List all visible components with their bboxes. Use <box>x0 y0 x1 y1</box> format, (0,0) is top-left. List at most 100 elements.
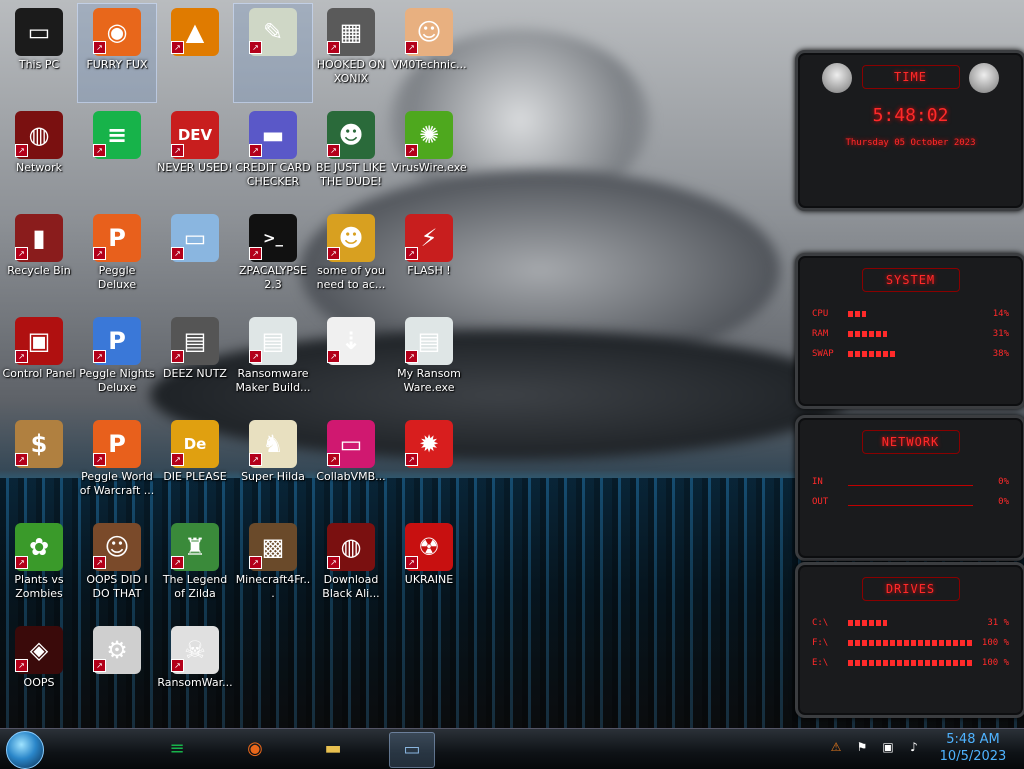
desktop-icon[interactable]: ▩ ↗ Minecraft4Fr... <box>234 519 312 617</box>
shortcut-arrow-icon: ↗ <box>327 453 340 466</box>
desktop-icon-label: Network <box>16 161 62 174</box>
shortcut-arrow-icon: ↗ <box>405 247 418 260</box>
desktop-icon[interactable]: ▮ ↗ Recycle Bin <box>0 210 78 308</box>
shortcut-arrow-icon: ↗ <box>93 453 106 466</box>
widget-row-fill <box>848 620 887 626</box>
shortcut-arrow-icon: ↗ <box>93 41 106 54</box>
taskbar-app-file-explorer[interactable]: ▬ <box>311 732 355 766</box>
desktop-icon[interactable]: ☻ ↗ BE JUST LIKE THE DUDE! <box>312 107 390 205</box>
widget-row-label: CPU <box>812 309 829 319</box>
desktop-icon-label: Peggle Nights Deluxe <box>79 367 155 394</box>
desktop-icon-label: DIE PLEASE <box>163 470 227 483</box>
desktop-icon[interactable]: ♞ ↗ Super Hilda <box>234 416 312 514</box>
desktop-icon[interactable]: ▦ ↗ HOOKED ON XONIX <box>312 4 390 102</box>
desktop-icon[interactable]: >_ ↗ ZPACALYPSE 2.3 <box>234 210 312 308</box>
desktop-icon[interactable]: ◈ ↗ OOPS <box>0 622 78 720</box>
desktop-icon[interactable]: ⚙ ↗ <box>78 622 156 720</box>
desktop-icon-label: Peggle World of Warcraft ... <box>79 470 155 497</box>
desktop-icon-label: DEEZ NUTZ <box>163 367 227 380</box>
desktop-icon[interactable]: $ ↗ <box>0 416 78 514</box>
taskbar-app-spotify[interactable]: ≡ <box>155 732 199 766</box>
action-center-icon[interactable]: ⚑ <box>854 739 870 755</box>
widget-row-label: RAM <box>812 329 829 339</box>
desktop-icon[interactable]: ▭ This PC <box>0 4 78 102</box>
this-pc-icon-glyph: ▭ <box>27 18 51 46</box>
taskbar-app-control-panel[interactable]: ▭ <box>389 732 435 768</box>
firefox-icon: ◉ <box>247 738 263 759</box>
shortcut-arrow-icon: ↗ <box>93 247 106 260</box>
desktop-icon[interactable]: ♜ ↗ The Legend of Zilda <box>156 519 234 617</box>
drives-widget-title: DRIVES <box>861 577 960 601</box>
spotify-icon: ≡ <box>169 738 185 759</box>
taskbar-clock[interactable]: 5:48 AM 10/5/2023 <box>928 731 1018 765</box>
time-widget-title: TIME <box>861 65 960 89</box>
desktop-icon[interactable]: ✹ ↗ <box>390 416 468 514</box>
desktop-icon[interactable]: ▤ ↗ My Ransom Ware.exe <box>390 313 468 411</box>
desktop-icon[interactable]: DEV ↗ NEVER USED! <box>156 107 234 205</box>
dev-cpp-icon: DEV ↗ <box>171 111 219 159</box>
desktop-icon[interactable]: ✺ ↗ VirusWire.exe <box>390 107 468 205</box>
desktop-icon[interactable]: ▤ ↗ Ransomware Maker Build... <box>234 313 312 411</box>
zelda-icon: ♜ ↗ <box>171 523 219 571</box>
pixel-dog-icon: ♞ ↗ <box>249 420 297 468</box>
desktop-icon[interactable]: ☺ ↗ VM0Technic... <box>390 4 468 102</box>
widget-row-meter <box>848 618 973 628</box>
shortcut-arrow-icon: ↗ <box>171 350 184 363</box>
desktop-icon[interactable]: ✿ ↗ Plants vs Zombies <box>0 519 78 617</box>
desktop-icon-label: BE JUST LIKE THE DUDE! <box>315 161 387 188</box>
volume-icon[interactable]: ♪ <box>906 739 922 755</box>
terminal-icon: >_ ↗ <box>249 214 297 262</box>
desktop-icon[interactable]: ⇣ ↗ <box>312 313 390 411</box>
drives-widget: DRIVES C:\ 31 % F:\ 100 % E:\ 100 % <box>795 562 1024 718</box>
update-icon[interactable]: ⚠ <box>828 739 844 755</box>
desktop-icon[interactable]: ▭ ↗ <box>156 210 234 308</box>
widget-row-value: 38% <box>992 349 1009 359</box>
shortcut-arrow-icon: ↗ <box>93 556 106 569</box>
elf-icon: ☻ ↗ <box>327 111 375 159</box>
desktop-icon-label: This PC <box>18 58 60 71</box>
shortcut-arrow-icon: ↗ <box>327 350 340 363</box>
shortcut-arrow-icon: ↗ <box>249 247 262 260</box>
widget-clock: 5:48:02 <box>872 105 949 126</box>
desktop-icon[interactable]: ☠ ↗ RansomWar... <box>156 622 234 720</box>
network-tray-icon[interactable]: ▣ <box>880 739 896 755</box>
desktop-icon[interactable]: ▣ ↗ Control Panel <box>0 313 78 411</box>
desktop-icon[interactable]: ◉ ↗ FURRY FUX <box>77 3 157 103</box>
desktop-icon-label: Download Black Ali... <box>322 573 380 600</box>
desktop-icon[interactable]: ☺ ↗ OOPS DID I DO THAT <box>78 519 156 617</box>
desktop-icon[interactable]: P ↗ Peggle Deluxe <box>78 210 156 308</box>
desktop-icon[interactable]: ◍ ↗ Download Black Ali... <box>312 519 390 617</box>
taskbar-app-firefox[interactable]: ◉ <box>233 732 277 766</box>
desktop-icon[interactable]: ◍ ↗ Network <box>0 107 78 205</box>
peggle-nights-icon: P ↗ <box>93 317 141 365</box>
network-graph-line <box>848 485 973 486</box>
desktop-icon[interactable]: ✎ ↗ <box>233 3 313 103</box>
system-widget: SYSTEM CPU 14% RAM 31% SWAP 38% <box>795 253 1024 409</box>
desktop-icon-label: Control Panel <box>2 367 76 380</box>
shortcut-arrow-icon: ↗ <box>15 453 28 466</box>
desktop-icon[interactable]: ▬ ↗ CREDIT CARD CHECKER <box>234 107 312 205</box>
doctor-icon: ☺ ↗ <box>405 8 453 56</box>
desktop-icon[interactable]: ☻ ↗ some of you need to ac... <box>312 210 390 308</box>
spotify-icon: ≡ ↗ <box>93 111 141 159</box>
widget-row-label: SWAP <box>812 349 834 359</box>
desktop-icon[interactable]: ▲ ↗ <box>156 4 234 102</box>
desktop-icon[interactable]: ▤ ↗ DEEZ NUTZ <box>156 313 234 411</box>
widget-row: OUT 0% <box>812 492 1009 512</box>
desktop-icon-label: Plants vs Zombies <box>14 573 64 600</box>
desktop-icon[interactable]: ⚡ ↗ FLASH ! <box>390 210 468 308</box>
desktop-icon[interactable]: ☢ ↗ UKRAINE <box>390 519 468 617</box>
desktop-icon-label: VirusWire.exe <box>391 161 467 174</box>
skull-icon: ☠ ↗ <box>171 626 219 674</box>
shortcut-arrow-icon: ↗ <box>327 144 340 157</box>
desktop-icon[interactable]: P ↗ Peggle World of Warcraft ... <box>78 416 156 514</box>
start-button[interactable] <box>6 731 44 769</box>
shortcut-arrow-icon: ↗ <box>93 659 106 672</box>
desktop-icon[interactable]: P ↗ Peggle Nights Deluxe <box>78 313 156 411</box>
gear-flag-icon: ⚙ ↗ <box>93 626 141 674</box>
widget-row-meter <box>848 638 973 648</box>
desktop-icon-label: VM0Technic... <box>391 58 467 71</box>
desktop-icon[interactable]: ≡ ↗ <box>78 107 156 205</box>
desktop-icon[interactable]: De ↗ DIE PLEASE <box>156 416 234 514</box>
desktop-icon[interactable]: ▭ ↗ CollabVMB... <box>312 416 390 514</box>
